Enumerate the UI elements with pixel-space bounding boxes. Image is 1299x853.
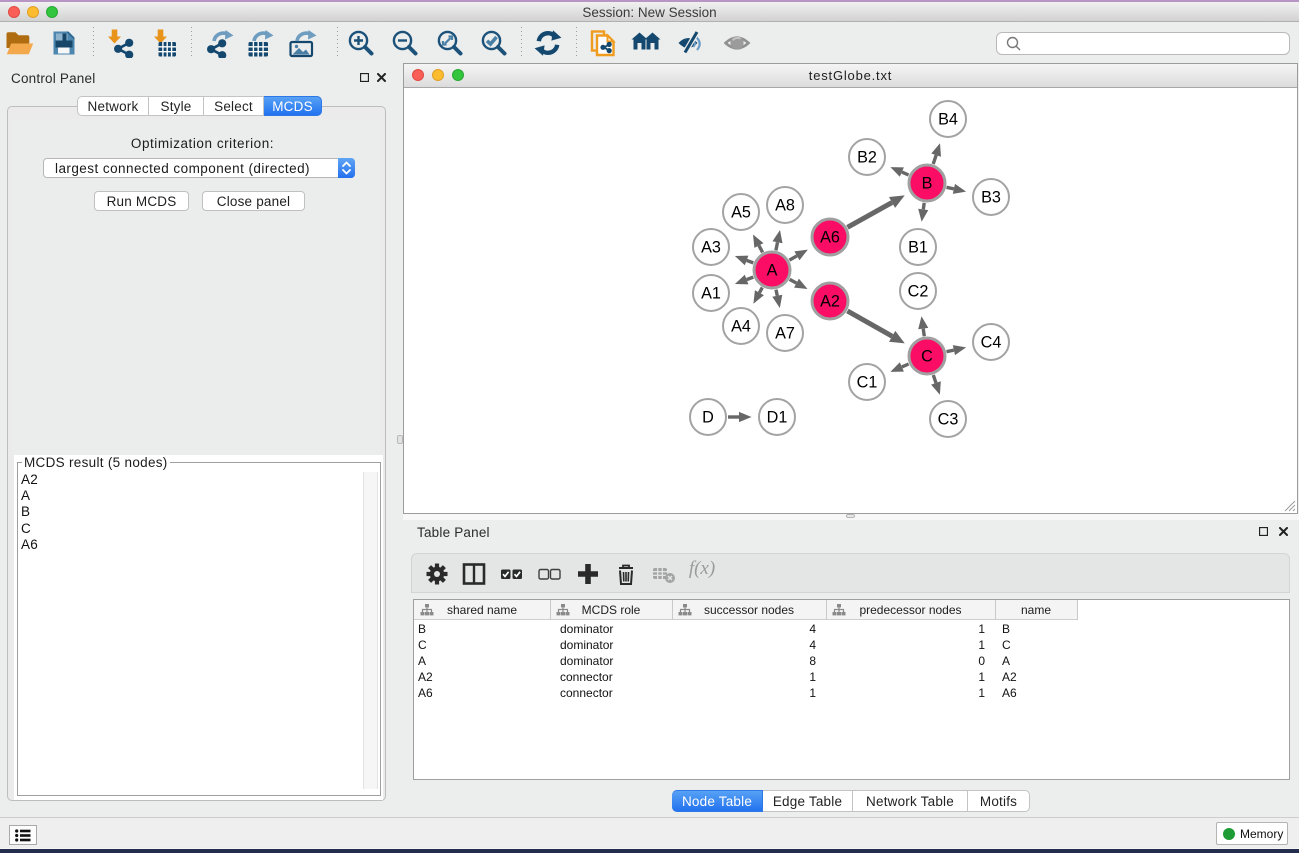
svg-text:B3: B3	[981, 189, 1001, 207]
svg-text:C4: C4	[981, 334, 1002, 352]
svg-text:C1: C1	[857, 374, 878, 392]
svg-text:D1: D1	[767, 409, 788, 427]
svg-text:B2: B2	[857, 149, 877, 167]
svg-text:B1: B1	[908, 239, 928, 257]
svg-text:B: B	[922, 175, 933, 193]
svg-text:A3: A3	[701, 239, 721, 257]
svg-text:A7: A7	[775, 325, 795, 343]
svg-text:C: C	[921, 348, 933, 366]
svg-text:A5: A5	[731, 204, 751, 222]
svg-text:A4: A4	[731, 318, 751, 336]
svg-text:A2: A2	[820, 293, 840, 311]
svg-text:A1: A1	[701, 285, 721, 303]
svg-text:A: A	[767, 262, 778, 280]
svg-text:C2: C2	[908, 283, 929, 301]
svg-text:A8: A8	[775, 197, 795, 215]
svg-text:B4: B4	[938, 111, 958, 129]
svg-text:D: D	[702, 409, 714, 427]
svg-text:C3: C3	[938, 411, 959, 429]
svg-text:A6: A6	[820, 229, 840, 247]
